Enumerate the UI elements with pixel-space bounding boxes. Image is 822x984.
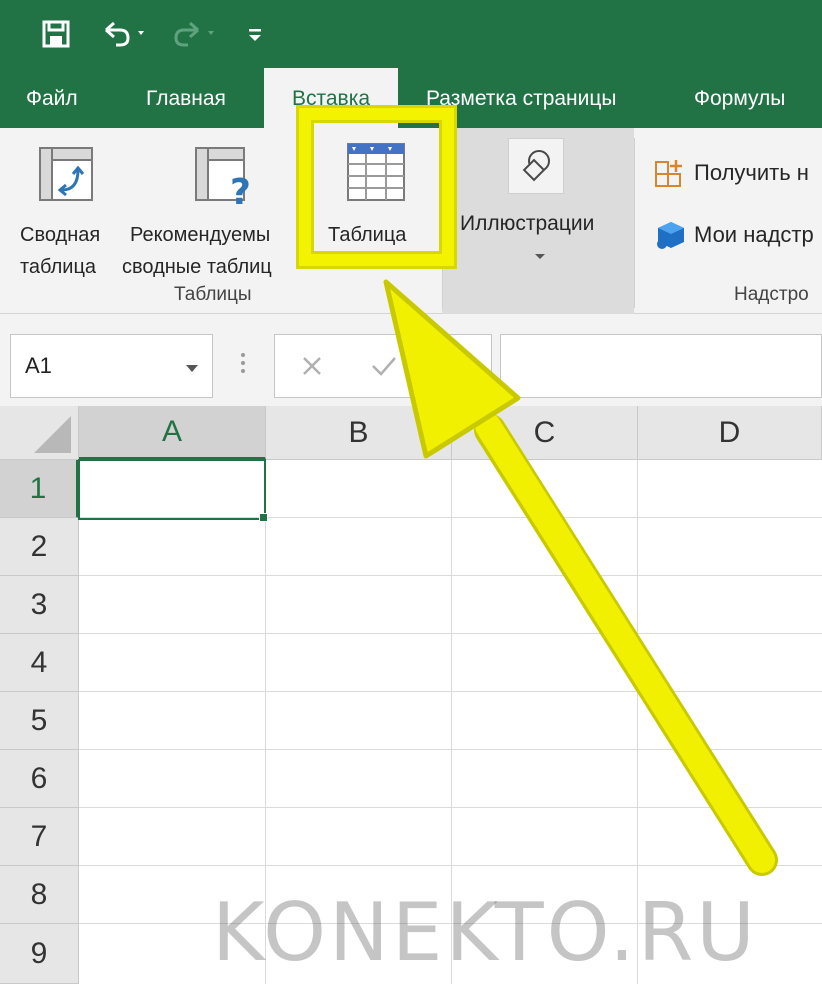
tab-home[interactable]: Главная — [146, 68, 226, 128]
more-options-icon — [240, 352, 246, 381]
tab-insert[interactable]: Вставка — [264, 68, 398, 130]
pivot-table-label-2: таблица — [20, 256, 97, 278]
recommended-pivot-button[interactable]: ? Рекомендуемы сводные таблиц — [122, 138, 300, 288]
grid-line — [79, 865, 822, 866]
row-header-6[interactable]: 6 — [0, 750, 79, 808]
table-icon — [346, 142, 406, 207]
ribbon-tabs: Файл Главная Вставка Разметка страницы Ф… — [0, 68, 822, 130]
row-header-1[interactable]: 1 — [0, 460, 79, 518]
formula-input[interactable] — [500, 334, 822, 398]
column-header-b[interactable]: B — [266, 406, 452, 460]
select-all-button[interactable] — [0, 406, 79, 460]
formula-buttons — [274, 334, 492, 398]
addins-icon — [656, 220, 686, 255]
tab-page-layout[interactable]: Разметка страницы — [426, 68, 617, 128]
grid-line — [79, 807, 822, 808]
group-separator — [634, 138, 635, 308]
shapes-icon — [508, 138, 564, 194]
get-addins-button[interactable]: Получить н — [652, 156, 822, 192]
get-addins-label: Получить н — [694, 160, 809, 185]
table-button[interactable]: Таблица — [318, 138, 436, 268]
chevron-down-icon[interactable] — [185, 361, 199, 379]
store-icon — [654, 156, 688, 195]
watermark-text: KONEKTO.RU — [212, 886, 758, 979]
pivot-table-button[interactable]: Сводная таблица — [12, 138, 118, 288]
grid-line — [79, 575, 822, 576]
formula-bar: A1 — [0, 314, 822, 406]
grid-line — [79, 749, 822, 750]
row-header-7[interactable]: 7 — [0, 808, 79, 866]
grid-line — [79, 633, 822, 634]
column-header-c[interactable]: C — [452, 406, 638, 460]
row-header-3[interactable]: 3 — [0, 576, 79, 634]
redo-icon[interactable] — [168, 16, 224, 52]
group-separator — [442, 138, 443, 308]
tab-file[interactable]: Файл — [26, 68, 78, 128]
pivot-table-label-1: Сводная — [20, 224, 101, 246]
customize-qat-icon[interactable] — [242, 16, 268, 52]
row-header-2[interactable]: 2 — [0, 518, 79, 576]
my-addins-button[interactable]: Мои надстр — [652, 218, 822, 254]
addins-group-title: Надстро — [734, 284, 809, 305]
illustrations-label: Иллюстрации — [460, 212, 595, 235]
table-label: Таблица — [328, 224, 407, 246]
svg-text:?: ? — [230, 172, 251, 210]
recommended-pivot-label-2: сводные таблиц — [122, 256, 272, 278]
pivot-table-icon — [38, 146, 94, 207]
ribbon-panel: Сводная таблица ? Рекомендуемы сводные т… — [0, 128, 822, 314]
recommended-pivot-label-1: Рекомендуемы — [130, 224, 271, 246]
tables-group-title: Таблицы — [174, 284, 252, 305]
column-header-a[interactable]: A — [79, 406, 266, 460]
row-header-5[interactable]: 5 — [0, 692, 79, 750]
my-addins-label: Мои надстр — [694, 222, 814, 247]
row-header-8[interactable]: 8 — [0, 866, 79, 924]
grid-line — [79, 691, 822, 692]
row-header-4[interactable]: 4 — [0, 634, 79, 692]
illustrations-button[interactable]: Иллюстрации — [452, 136, 624, 286]
enter-icon[interactable] — [371, 355, 397, 382]
fill-handle[interactable] — [259, 513, 268, 522]
column-header-d[interactable]: D — [638, 406, 822, 460]
save-icon[interactable] — [36, 16, 76, 52]
recommended-pivot-icon: ? — [194, 146, 258, 215]
title-bar — [0, 0, 822, 68]
active-cell-a1[interactable] — [78, 459, 266, 520]
tab-formulas[interactable]: Формулы — [694, 68, 785, 128]
name-box-value: A1 — [25, 353, 52, 378]
chevron-down-icon — [534, 248, 546, 266]
undo-icon[interactable] — [98, 16, 154, 52]
name-box[interactable]: A1 — [10, 334, 213, 398]
cancel-icon[interactable] — [301, 355, 323, 382]
row-header-9[interactable]: 9 — [0, 924, 79, 984]
